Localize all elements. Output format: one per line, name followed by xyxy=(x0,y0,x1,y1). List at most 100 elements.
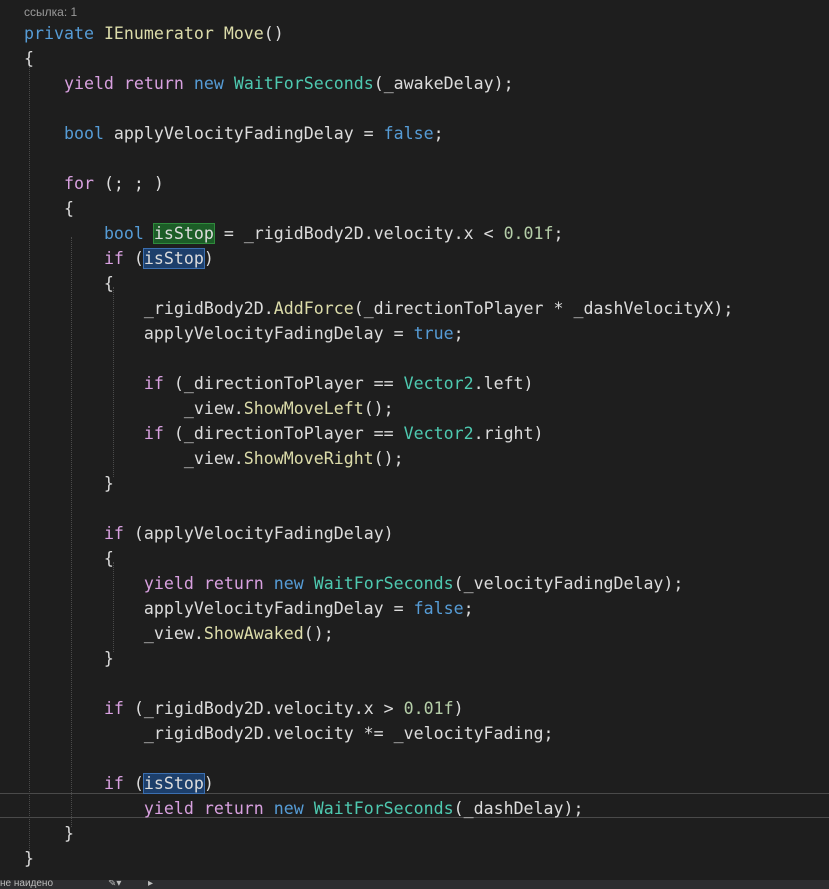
code-line[interactable]: if (isStop) xyxy=(24,246,214,271)
code-token: ; xyxy=(463,599,474,618)
code-token: (_rigidBody2D.velocity.x > xyxy=(133,699,404,718)
code-token: (); xyxy=(363,399,394,418)
code-token: (); xyxy=(303,624,334,643)
code-line[interactable]: yield return new WaitForSeconds(_velocit… xyxy=(24,571,684,596)
code-token: IEnumerator xyxy=(103,24,224,43)
code-token: yield xyxy=(143,799,204,818)
code-token: return xyxy=(203,574,274,593)
code-line[interactable]: if (applyVelocityFadingDelay) xyxy=(24,521,394,546)
code-token: return xyxy=(123,74,194,93)
code-token: (_directionToPlayer == xyxy=(173,424,404,443)
code-token: } xyxy=(24,824,74,843)
code-line[interactable]: applyVelocityFadingDelay = true; xyxy=(24,321,464,346)
code-token: ShowMoveLeft xyxy=(243,399,364,418)
code-token: if xyxy=(103,699,134,718)
code-token: ; xyxy=(453,324,464,343)
code-token: ; xyxy=(553,224,564,243)
code-token: return xyxy=(203,799,274,818)
code-line[interactable]: { xyxy=(24,46,34,71)
code-token: WaitForSeconds xyxy=(233,74,374,93)
code-token: yield xyxy=(63,74,124,93)
code-token: new xyxy=(193,74,234,93)
code-line[interactable]: { xyxy=(24,546,114,571)
code-token: { xyxy=(24,549,114,568)
code-line[interactable]: _view.ShowAwaked(); xyxy=(24,621,334,646)
code-token: { xyxy=(24,49,34,68)
code-token: if xyxy=(103,774,134,793)
status-message: не найдено xyxy=(0,880,54,889)
code-line[interactable]: _rigidBody2D.AddForce(_directionToPlayer… xyxy=(24,296,733,321)
code-line[interactable]: { xyxy=(24,271,114,296)
code-token: private xyxy=(24,24,104,43)
code-line[interactable]: _view.ShowMoveRight(); xyxy=(24,446,404,471)
code-token: for xyxy=(63,174,104,193)
code-token: .left) xyxy=(473,374,534,393)
code-line[interactable]: if (isStop) xyxy=(24,771,214,796)
codelens-references[interactable]: ссылка: 1 xyxy=(24,5,77,19)
code-token: new xyxy=(273,799,314,818)
code-token: _view. xyxy=(24,399,244,418)
code-token: (_velocityFadingDelay); xyxy=(453,574,684,593)
code-token: applyVelocityFadingDelay = xyxy=(113,124,384,143)
code-line[interactable]: bool applyVelocityFadingDelay = false; xyxy=(24,121,444,146)
code-line[interactable]: yield return new WaitForSeconds(_dashDel… xyxy=(24,796,584,821)
code-line[interactable]: private IEnumerator Move() xyxy=(24,21,284,46)
code-token: if xyxy=(103,524,134,543)
code-line[interactable]: if (_directionToPlayer == Vector2.right) xyxy=(24,421,544,446)
code-token: ; xyxy=(433,124,444,143)
code-token: false xyxy=(383,124,434,143)
code-token: (applyVelocityFadingDelay) xyxy=(133,524,394,543)
code-token: ShowMoveRight xyxy=(243,449,374,468)
code-token: (_directionToPlayer * _dashVelocityX); xyxy=(353,299,734,318)
code-token: (_directionToPlayer == xyxy=(173,374,404,393)
code-token: false xyxy=(413,599,464,618)
code-token: ( xyxy=(133,249,144,268)
code-line[interactable]: yield return new WaitForSeconds(_awakeDe… xyxy=(24,71,514,96)
code-token: Move xyxy=(223,24,264,43)
code-token: if xyxy=(103,249,134,268)
code-token: _view. xyxy=(24,449,244,468)
code-line[interactable]: if (_rigidBody2D.velocity.x > 0.01f) xyxy=(24,696,464,721)
code-token: (); xyxy=(373,449,404,468)
code-token: .right) xyxy=(473,424,544,443)
code-line[interactable]: } xyxy=(24,821,74,846)
code-line[interactable]: _rigidBody2D.velocity *= _velocityFading… xyxy=(24,721,554,746)
code-line[interactable]: } xyxy=(24,846,34,871)
code-token: _rigidBody2D. xyxy=(24,299,274,318)
code-line[interactable]: if (_directionToPlayer == Vector2.left) xyxy=(24,371,534,396)
code-line[interactable]: bool isStop = _rigidBody2D.velocity.x < … xyxy=(24,221,564,246)
code-token: WaitForSeconds xyxy=(313,799,454,818)
code-token: ) xyxy=(203,249,214,268)
code-token: 0.01f xyxy=(503,224,554,243)
code-token: ) xyxy=(453,699,464,718)
code-line[interactable]: } xyxy=(24,646,114,671)
code-token: new xyxy=(273,574,314,593)
code-token: WaitForSeconds xyxy=(313,574,454,593)
code-token: } xyxy=(24,849,34,868)
code-token: bool xyxy=(103,224,154,243)
code-line[interactable]: applyVelocityFadingDelay = false; xyxy=(24,596,474,621)
code-token: applyVelocityFadingDelay = xyxy=(24,324,414,343)
arrow-right-icon[interactable]: ▸ xyxy=(148,880,153,889)
code-line[interactable]: for (; ; ) xyxy=(24,171,164,196)
code-token: (_awakeDelay); xyxy=(373,74,514,93)
code-token: Vector2 xyxy=(403,424,474,443)
code-line[interactable]: { xyxy=(24,196,74,221)
code-line[interactable]: } xyxy=(24,471,114,496)
wrench-icon[interactable]: ✎▾ xyxy=(108,880,121,889)
code-token: if xyxy=(143,424,174,443)
code-token: _rigidBody2D.velocity *= _velocityFading… xyxy=(24,724,554,743)
code-token: yield xyxy=(143,574,204,593)
code-line[interactable]: _view.ShowMoveLeft(); xyxy=(24,396,394,421)
code-token: } xyxy=(24,649,114,668)
status-bar: не найдено ✎▾ ▸ xyxy=(0,880,829,889)
